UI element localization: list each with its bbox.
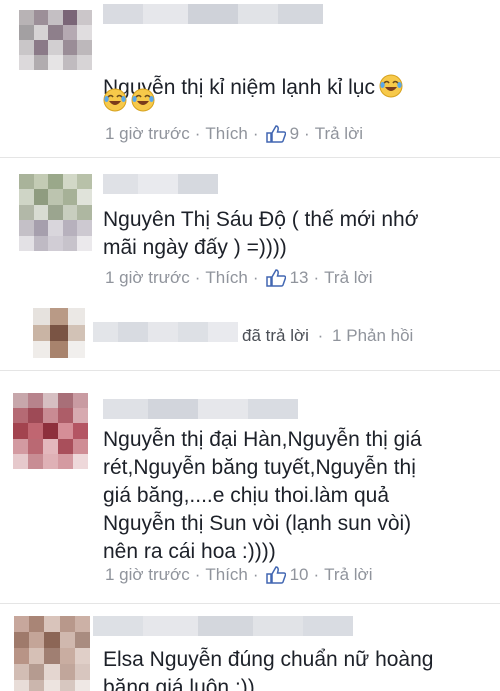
reply-button[interactable]: Trả lời — [324, 565, 372, 585]
like-count[interactable]: 9 — [290, 124, 299, 144]
commenter-name-blurred[interactable] — [93, 616, 353, 636]
separator: · — [313, 565, 320, 584]
laughing-tears-emoji — [103, 88, 127, 112]
avatar[interactable] — [14, 616, 90, 691]
laughing-tears-emoji — [131, 88, 155, 112]
thumbs-up-icon[interactable] — [265, 566, 286, 584]
reply-count-link[interactable]: 1 Phản hồi — [332, 326, 413, 345]
timestamp-link[interactable]: 1 giờ trước — [105, 565, 190, 585]
like-count[interactable]: 10 — [290, 565, 309, 585]
emoji-row — [103, 88, 155, 116]
comment-text: Nguyên Thị Sáu Độ ( thế mới nhớ mãi ngày… — [103, 208, 419, 259]
like-button[interactable]: Thích — [205, 124, 248, 144]
commenter-name-blurred[interactable] — [103, 4, 323, 24]
reply-summary[interactable]: đã trả lời · 1 Phản hồi — [0, 300, 500, 368]
separator: · — [194, 565, 201, 584]
comment-item: Nguyên Thị Sáu Độ ( thế mới nhớ mãi ngày… — [0, 158, 500, 298]
like-count[interactable]: 13 — [290, 268, 309, 288]
replied-label: đã trả lời — [242, 326, 309, 345]
comment-text: Nguyễn thị đại Hàn,Nguyễn thị giá rét,Ng… — [103, 428, 422, 563]
timestamp-link[interactable]: 1 giờ trước — [105, 124, 190, 144]
avatar[interactable] — [13, 393, 88, 469]
separator: · — [194, 268, 201, 287]
thumbs-up-icon[interactable] — [265, 125, 286, 143]
laughing-tears-emoji — [379, 74, 403, 98]
commenter-name-blurred[interactable] — [103, 399, 298, 419]
like-button[interactable]: Thích — [205, 268, 248, 288]
separator: · — [317, 326, 324, 345]
commenter-name-blurred[interactable] — [103, 174, 218, 194]
comment-item: Nguyễn thị đại Hàn,Nguyễn thị giá rét,Ng… — [0, 371, 500, 599]
separator: · — [252, 565, 259, 584]
comment-item: Elsa Nguyễn đúng chuẩn nữ hoàng băng giá… — [0, 604, 500, 691]
avatar[interactable] — [19, 10, 92, 70]
comment-meta: 1 giờ trước · Thích · 10 · Trả lời — [105, 565, 372, 585]
separator: · — [194, 124, 201, 143]
separator: · — [304, 124, 310, 143]
separator: · — [252, 124, 259, 143]
reply-summary-text[interactable]: đã trả lời · 1 Phản hồi — [242, 326, 413, 346]
comment-text: Elsa Nguyễn đúng chuẩn nữ hoàng băng giá… — [103, 648, 434, 691]
separator: · — [252, 268, 259, 287]
comment-meta: 1 giờ trước · Thích · 9 · Trả lời — [105, 124, 363, 144]
like-button[interactable]: Thích — [205, 565, 248, 585]
avatar[interactable] — [19, 174, 92, 251]
comment-meta: 1 giờ trước · Thích · 13 · Trả lời — [105, 268, 372, 288]
reply-button[interactable]: Trả lời — [324, 268, 372, 288]
thumbs-up-icon[interactable] — [265, 269, 286, 287]
separator: · — [313, 268, 320, 287]
avatar[interactable] — [33, 308, 85, 358]
reply-button[interactable]: Trả lời — [315, 124, 363, 144]
replier-name-blurred[interactable] — [93, 322, 238, 342]
comment-item: Nguyễn thị kỉ niệm lạnh kỉ lục 1 giờ trư… — [0, 0, 500, 155]
timestamp-link[interactable]: 1 giờ trước — [105, 268, 190, 288]
